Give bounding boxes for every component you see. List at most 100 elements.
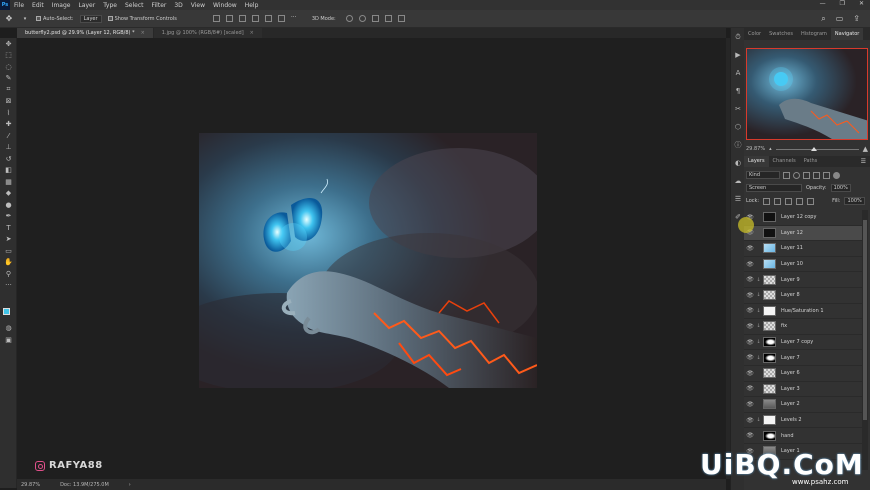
menu-type[interactable]: Type	[99, 2, 121, 9]
visibility-eye-icon[interactable]: 👁	[746, 245, 754, 252]
tab-layers[interactable]: Layers	[744, 156, 769, 167]
tab-histogram[interactable]: Histogram	[797, 28, 831, 40]
opacity-input[interactable]: 100%	[830, 184, 851, 192]
3d-roll-icon[interactable]	[358, 15, 366, 22]
menu-edit[interactable]: Edit	[28, 2, 48, 9]
filter-adjustment-icon[interactable]	[793, 171, 800, 179]
minimize-icon[interactable]: —	[820, 0, 826, 7]
restore-icon[interactable]: ❐	[840, 0, 845, 7]
layer-name[interactable]: Layer 8	[781, 292, 800, 298]
layer-thumbnail[interactable]	[763, 383, 776, 394]
layer-thumbnail[interactable]	[763, 243, 776, 254]
layer-row[interactable]: 👁 Layer 10	[744, 257, 862, 273]
lock-pixels-icon[interactable]	[774, 197, 782, 205]
layer-name[interactable]: Layer 9	[781, 277, 800, 283]
more-options-icon[interactable]: ···	[291, 15, 298, 22]
quick-select-tool-icon[interactable]: ✎	[0, 73, 17, 85]
layer-thumbnail[interactable]	[763, 352, 776, 363]
lasso-tool-icon[interactable]: ◌	[0, 61, 17, 73]
doc-tab-1jpg[interactable]: 1.jpg @ 100% (RGB/8#) [scaled] ×	[153, 28, 262, 38]
layer-name[interactable]: Layer 12 copy	[781, 214, 816, 220]
align-middle-icon[interactable]	[225, 15, 233, 22]
status-doc-size[interactable]: Doc: 13.9M/275.0M	[60, 482, 109, 488]
layer-row[interactable]: 👁 Layer 2	[744, 397, 862, 413]
move-tool-icon[interactable]: ✥	[0, 38, 17, 50]
menu-3d[interactable]: 3D	[170, 2, 186, 9]
layer-row[interactable]: 👁 Layer 11	[744, 241, 862, 257]
align-top-icon[interactable]	[212, 15, 220, 22]
layers-scrollbar[interactable]	[862, 210, 868, 470]
align-left-icon[interactable]	[251, 15, 259, 22]
visibility-eye-icon[interactable]: 👁	[746, 385, 754, 392]
layer-row[interactable]: 👁 Layer 6	[744, 366, 862, 382]
layer-name[interactable]: Layer 7	[781, 355, 800, 361]
workspace-icon[interactable]: ▭	[836, 14, 844, 24]
foreground-color-swatch[interactable]	[3, 308, 10, 315]
eyedropper-tool-icon[interactable]: ⌇	[0, 107, 17, 119]
tab-color[interactable]: Color	[744, 28, 765, 40]
3d-scale-icon[interactable]	[397, 15, 405, 22]
layer-row[interactable]: 👁 hand	[744, 428, 862, 444]
layer-thumbnail[interactable]	[763, 368, 776, 379]
lock-transparency-icon[interactable]	[763, 197, 771, 205]
layer-thumbnail[interactable]	[763, 227, 776, 238]
layer-name[interactable]: Layer 11	[781, 245, 803, 251]
shape-tool-icon[interactable]: ▭	[0, 245, 17, 257]
fill-input[interactable]: 100%	[844, 197, 865, 205]
align-bottom-icon[interactable]	[238, 15, 246, 22]
close-icon[interactable]: ×	[250, 30, 254, 36]
status-arrow-icon[interactable]: ›	[129, 482, 131, 488]
history-panel-icon[interactable]: ⏱	[731, 28, 745, 46]
brush-tool-icon[interactable]: ⁄	[0, 130, 17, 142]
healing-brush-tool-icon[interactable]: ✚	[0, 119, 17, 131]
blur-tool-icon[interactable]: ◆	[0, 188, 17, 200]
tools-presets-icon[interactable]: ✂	[731, 100, 745, 118]
marquee-tool-icon[interactable]: ⬚	[0, 50, 17, 62]
visibility-eye-icon[interactable]: 👁	[746, 307, 754, 314]
chevron-down-icon[interactable]: ▾	[20, 14, 30, 24]
layer-row[interactable]: 👁 ↓ Layer 7 copy	[744, 335, 862, 351]
layer-filter-kind-dropdown[interactable]: Kind	[746, 171, 780, 179]
layer-thumbnail[interactable]	[763, 430, 776, 441]
menu-window[interactable]: Window	[209, 2, 241, 9]
visibility-eye-icon[interactable]: 👁	[746, 417, 754, 424]
screen-mode-icon[interactable]: ▣	[0, 334, 17, 346]
search-icon[interactable]: ⌕	[821, 14, 825, 24]
lock-position-icon[interactable]	[785, 197, 793, 205]
properties-panel-icon[interactable]: ☰	[731, 190, 745, 208]
visibility-eye-icon[interactable]: 👁	[746, 339, 754, 346]
filter-shape-icon[interactable]	[813, 171, 820, 179]
menu-help[interactable]: Help	[241, 2, 263, 9]
visibility-eye-icon[interactable]: 👁	[746, 292, 754, 299]
layer-name[interactable]: fix	[781, 323, 787, 329]
zoom-in-icon[interactable]: ▲	[863, 145, 868, 153]
pen-tool-icon[interactable]: ✒	[0, 211, 17, 223]
layer-thumbnail[interactable]	[763, 259, 776, 270]
character-panel-icon[interactable]: A	[731, 64, 745, 82]
filter-type-icon[interactable]	[803, 171, 810, 179]
close-icon[interactable]: ×	[141, 30, 145, 36]
layer-name[interactable]: Hue/Saturation 1	[781, 308, 824, 314]
layer-thumbnail[interactable]	[763, 290, 776, 301]
libraries-panel-icon[interactable]: ☁	[731, 172, 745, 190]
tab-swatches[interactable]: Swatches	[765, 28, 797, 40]
transform-controls-checkbox[interactable]: Show Transform Controls	[107, 16, 177, 22]
menu-layer[interactable]: Layer	[74, 2, 99, 9]
3d-panel-icon[interactable]: ⬡	[731, 118, 745, 136]
frame-tool-icon[interactable]: ⊠	[0, 96, 17, 108]
layer-thumbnail[interactable]	[763, 321, 776, 332]
visibility-eye-icon[interactable]: 👁	[746, 401, 754, 408]
layer-name[interactable]: hand	[781, 433, 794, 439]
zoom-slider-handle[interactable]	[810, 146, 817, 151]
history-brush-tool-icon[interactable]: ↺	[0, 153, 17, 165]
move-tool-icon[interactable]: ✥	[4, 14, 14, 24]
layer-thumbnail[interactable]	[763, 274, 776, 285]
layer-name[interactable]: Layer 12	[781, 230, 803, 236]
layer-thumbnail[interactable]	[763, 212, 776, 223]
filter-toggle-icon[interactable]	[833, 171, 840, 179]
layer-name[interactable]: Layer 10	[781, 261, 803, 267]
layer-name[interactable]: Layer 2	[781, 401, 800, 407]
menu-image[interactable]: Image	[48, 2, 75, 9]
tab-navigator[interactable]: Navigator	[830, 28, 864, 40]
visibility-eye-icon[interactable]: 👁	[746, 276, 754, 283]
